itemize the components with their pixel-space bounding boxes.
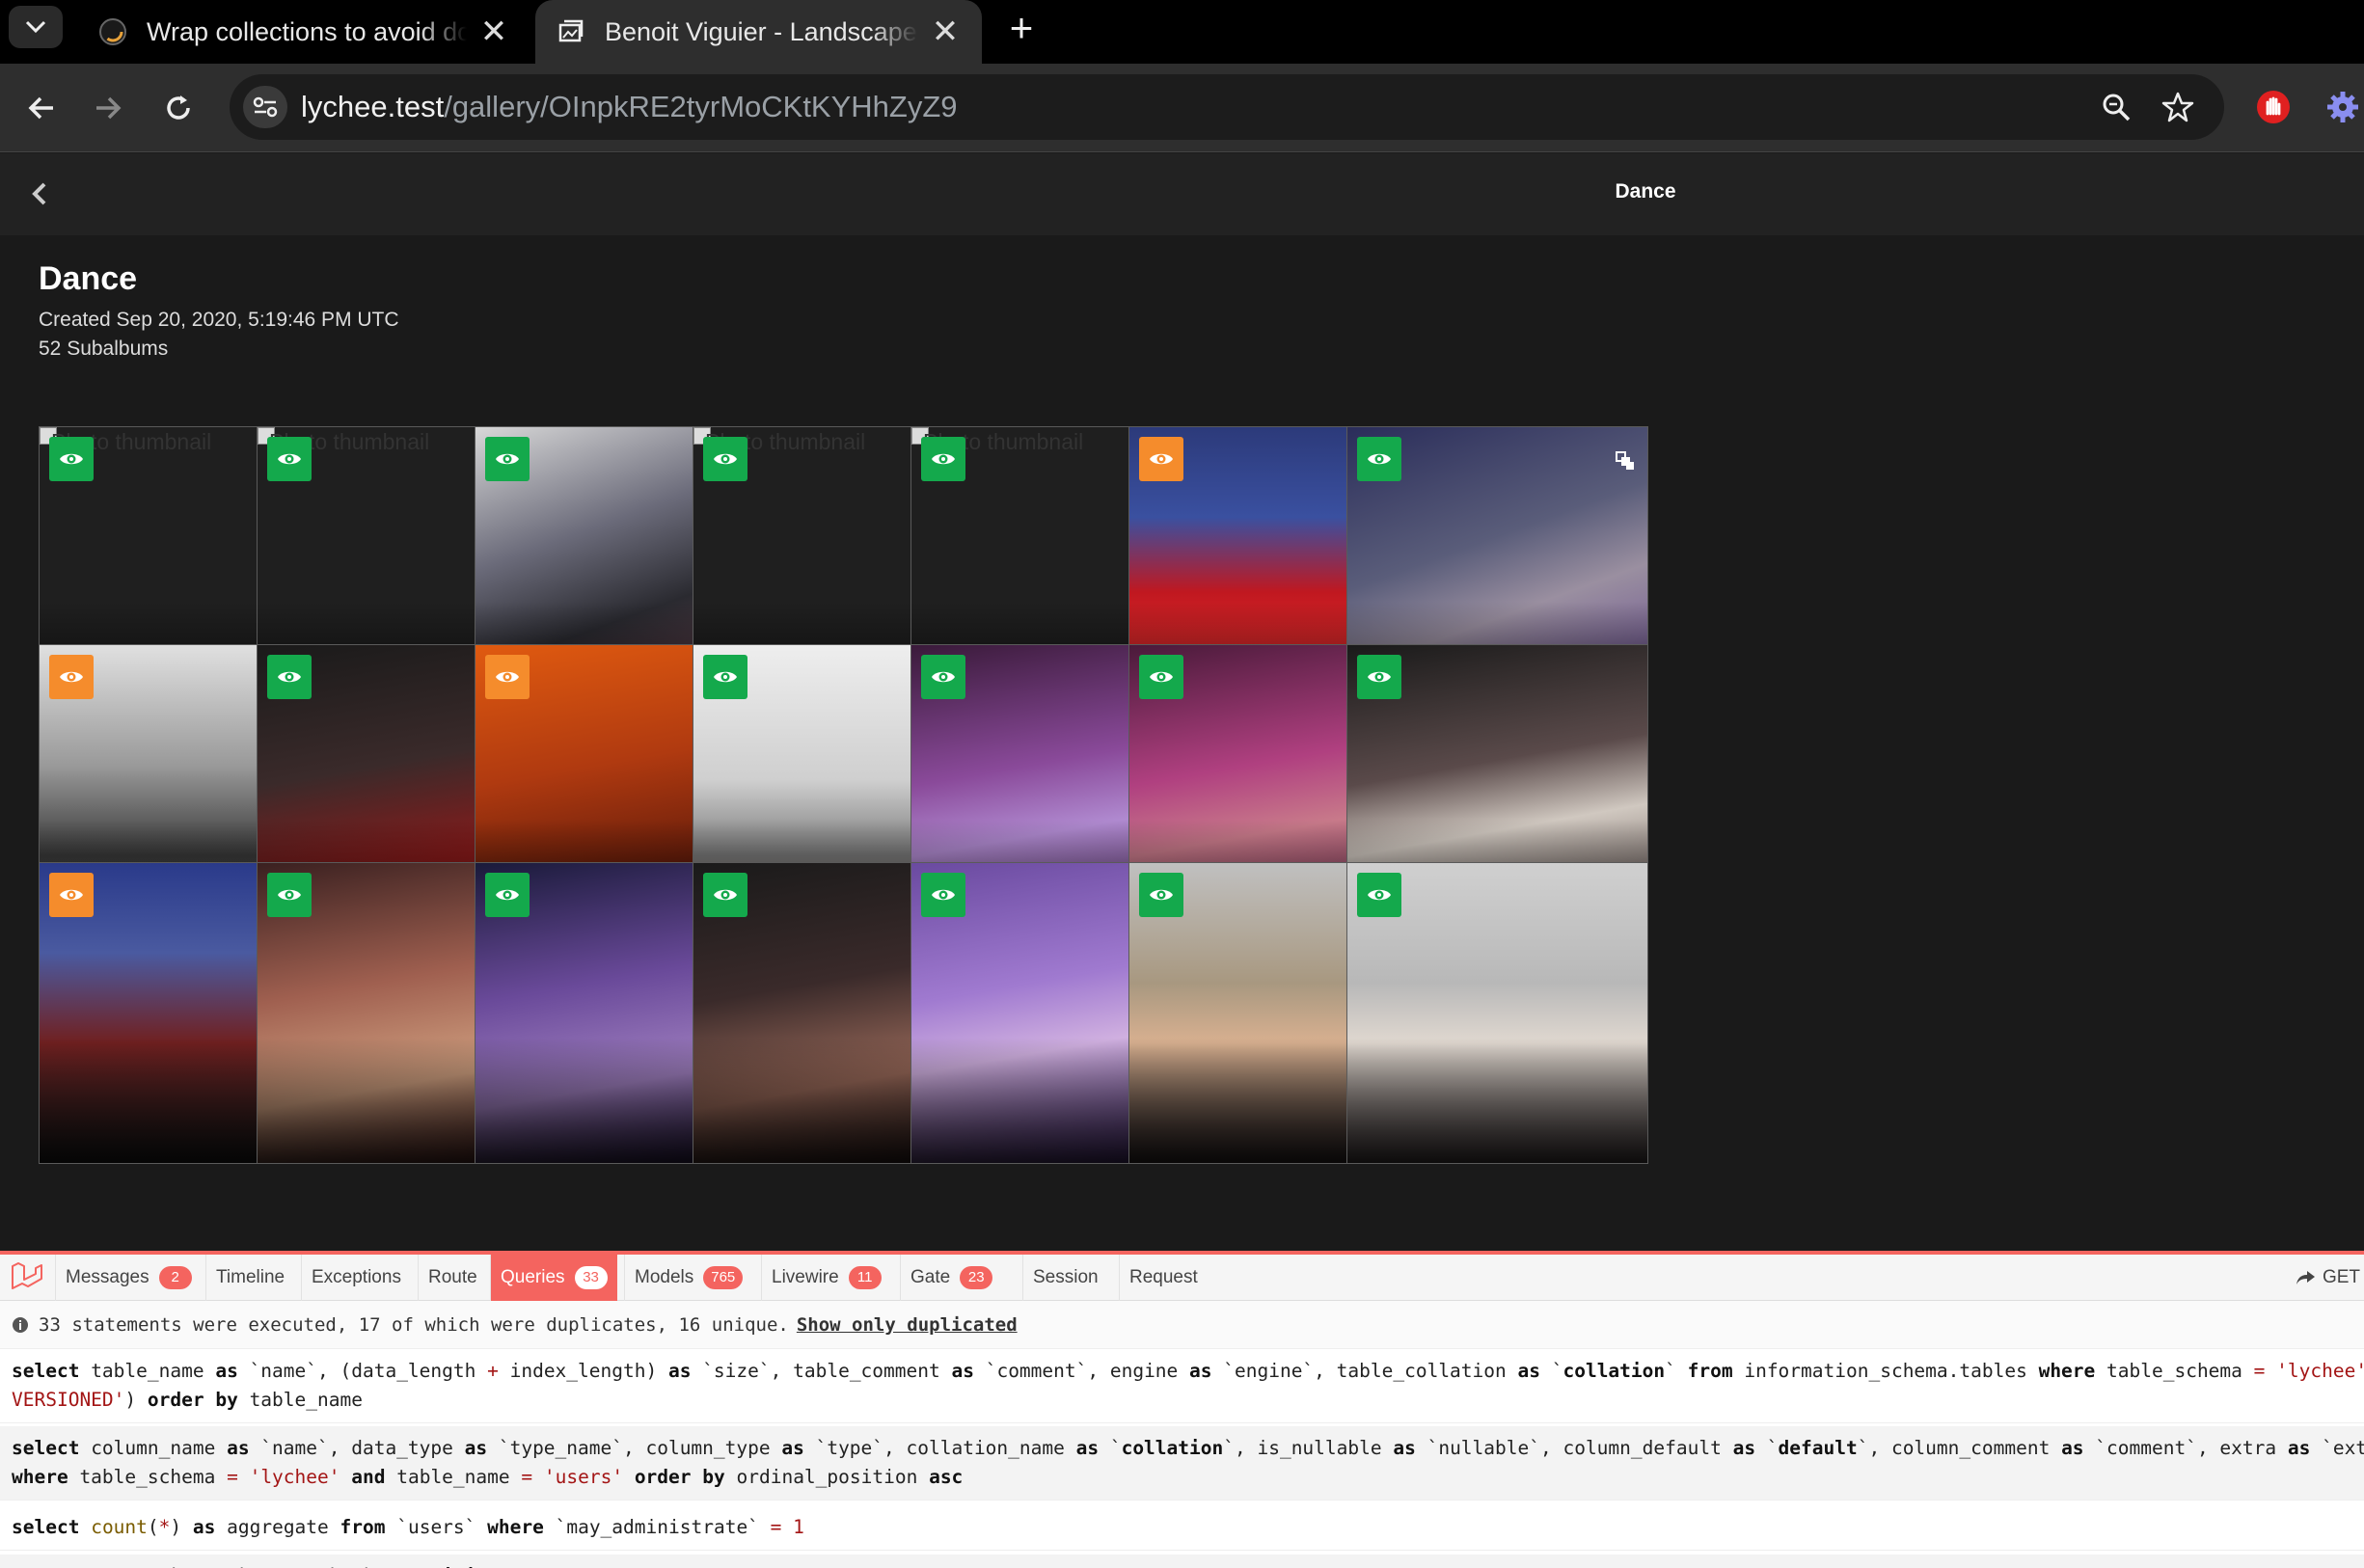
sql-query[interactable]: select * from `users` where `id` = 1 lim… — [0, 1554, 2364, 1568]
eye-icon — [703, 873, 747, 917]
debugbar-tab-label: Messages — [66, 1267, 149, 1287]
eye-icon — [267, 655, 312, 699]
debugbar-tab-gate[interactable]: Gate 23 — [900, 1255, 1002, 1301]
reload-button[interactable] — [153, 83, 204, 133]
address-bar[interactable]: lychee.test/gallery/OInpkRE2tyrMoCKtKYHh… — [230, 74, 2224, 140]
new-tab-button[interactable]: + — [999, 5, 1044, 50]
forward-button[interactable] — [83, 83, 133, 133]
site-info-icon[interactable] — [243, 86, 287, 128]
debugbar-tab-label: Session — [1033, 1267, 1099, 1287]
debugbar-tab-messages[interactable]: Messages 2 — [55, 1255, 202, 1301]
debugbar-tab-exceptions[interactable]: Exceptions — [301, 1255, 411, 1301]
eye-icon — [1357, 655, 1401, 699]
eye-icon — [921, 873, 965, 917]
eye-icon — [1139, 655, 1183, 699]
arrow-left-icon — [28, 96, 53, 120]
extension-stop-icon[interactable] — [2251, 85, 2296, 129]
reload-icon — [167, 95, 190, 120]
debugbar-tab-label: Livewire — [772, 1267, 839, 1287]
debugbar-tab-timeline[interactable]: Timeline — [205, 1255, 294, 1301]
debugbar-tab-badge: 33 — [574, 1266, 608, 1289]
tab-title: Wrap collections to avoid do — [147, 16, 467, 46]
debugbar-tab-label: Exceptions — [312, 1267, 401, 1287]
debugbar-tab-label: Route — [428, 1267, 477, 1287]
debugbar-tab-label: Timeline — [216, 1267, 285, 1287]
debugbar-tab-session[interactable]: Session — [1022, 1255, 1108, 1301]
debugbar-tab-label: Models — [635, 1267, 694, 1287]
eye-icon — [49, 655, 94, 699]
eye-icon — [485, 437, 530, 481]
eye-icon — [49, 437, 94, 481]
debugbar-tab-label: Request — [1129, 1267, 1198, 1287]
eye-icon — [49, 873, 94, 917]
sql-query[interactable]: select table_name as `name`, (data_lengt… — [0, 1349, 2364, 1423]
debugbar-tab-label: Queries — [501, 1267, 565, 1287]
close-tab-icon[interactable]: ✕ — [928, 14, 963, 50]
eye-icon — [703, 437, 747, 481]
debugbar-tab-route[interactable]: Route — [418, 1255, 487, 1301]
debugbar-tab-badge: 23 — [960, 1266, 993, 1289]
tab-title: Benoit Viguier - Landscapes — [605, 16, 918, 46]
album-card[interactable] — [1346, 862, 1648, 1164]
tab-search-button[interactable] — [9, 6, 63, 48]
eye-icon — [703, 655, 747, 699]
back-button[interactable] — [16, 83, 67, 133]
info-icon — [13, 1316, 28, 1333]
arrow-right-icon — [96, 96, 122, 120]
github-icon — [96, 15, 129, 48]
zoom-icon[interactable] — [2097, 88, 2135, 126]
eye-icon — [267, 437, 312, 481]
debugbar-tab-label: Gate — [910, 1267, 951, 1287]
debugbar: GET Messages 2 Timeline Exceptions Route Quer… — [0, 1251, 2364, 1568]
eye-icon — [485, 873, 530, 917]
album-info: Dance Created Sep 20, 2020, 5:19:46 PM U… — [39, 260, 399, 364]
nested-albums-icon — [1615, 450, 1636, 472]
close-tab-icon[interactable]: ✕ — [476, 14, 511, 50]
album-subalbum-count: 52 Subalbums — [39, 338, 169, 360]
eye-icon — [1357, 437, 1401, 481]
debugbar-tab-request[interactable]: Request — [1119, 1255, 1208, 1301]
share-arrow-icon — [2296, 1271, 2315, 1284]
browser-toolbar: lychee.test/gallery/OInpkRE2tyrMoCKtKYHh… — [0, 64, 2364, 152]
extension-gear-icon[interactable] — [2321, 85, 2364, 129]
request-method[interactable]: GET — [2296, 1255, 2364, 1301]
eye-icon — [921, 655, 965, 699]
sql-query[interactable]: select column_name as `name`, data_type … — [0, 1426, 2364, 1500]
debugbar-tab-livewire[interactable]: Livewire 11 — [761, 1255, 891, 1301]
eye-icon — [1139, 437, 1183, 481]
chevron-down-icon — [25, 20, 46, 34]
eye-icon — [1139, 873, 1183, 917]
lychee-favicon-icon — [555, 15, 587, 48]
browser-tab-strip: Wrap collections to avoid do ✕ Benoit Vi… — [0, 0, 2364, 64]
laravel-logo-icon[interactable] — [10, 1262, 44, 1293]
eye-icon — [1357, 873, 1401, 917]
card-shade — [1347, 1038, 1647, 1163]
album-title: Dance — [39, 260, 138, 297]
url-text: lychee.test/gallery/OInpkRE2tyrMoCKtKYHh… — [301, 90, 958, 123]
debugbar-tab-badge: 11 — [848, 1266, 882, 1289]
debugbar-tab-queries[interactable]: Queries 33 — [490, 1255, 617, 1301]
query-summary: 33 statements were executed, 17 of which… — [0, 1301, 2364, 1349]
eye-icon — [921, 437, 965, 481]
album-grid: Photo thumbnailDiamond Cup 2024Feb 2024P… — [39, 426, 2364, 1253]
show-duplicated-link[interactable]: Show only duplicated — [797, 1314, 1018, 1336]
debugbar-tabs: GET Messages 2 Timeline Exceptions Route Quer… — [0, 1255, 2364, 1301]
browser-tab[interactable]: Wrap collections to avoid do ✕ — [77, 0, 530, 64]
summary-text: 33 statements were executed, 17 of which… — [39, 1313, 789, 1336]
header-title: Dance — [1615, 180, 1676, 203]
debugbar-tab-models[interactable]: Models 765 — [624, 1255, 752, 1301]
debugbar-tab-badge: 2 — [158, 1266, 192, 1289]
album-created: Created Sep 20, 2020, 5:19:46 PM UTC — [39, 309, 399, 331]
app-header: Dance — [0, 153, 2364, 235]
eye-icon — [267, 873, 312, 917]
sql-query[interactable]: select count(*) as aggregate from `users… — [0, 1505, 2364, 1551]
debugbar-tab-badge: 765 — [703, 1266, 744, 1289]
eye-icon — [485, 655, 530, 699]
bookmark-star-icon[interactable] — [2159, 88, 2197, 126]
browser-tab-active[interactable]: Benoit Viguier - Landscapes ✕ — [535, 0, 982, 64]
